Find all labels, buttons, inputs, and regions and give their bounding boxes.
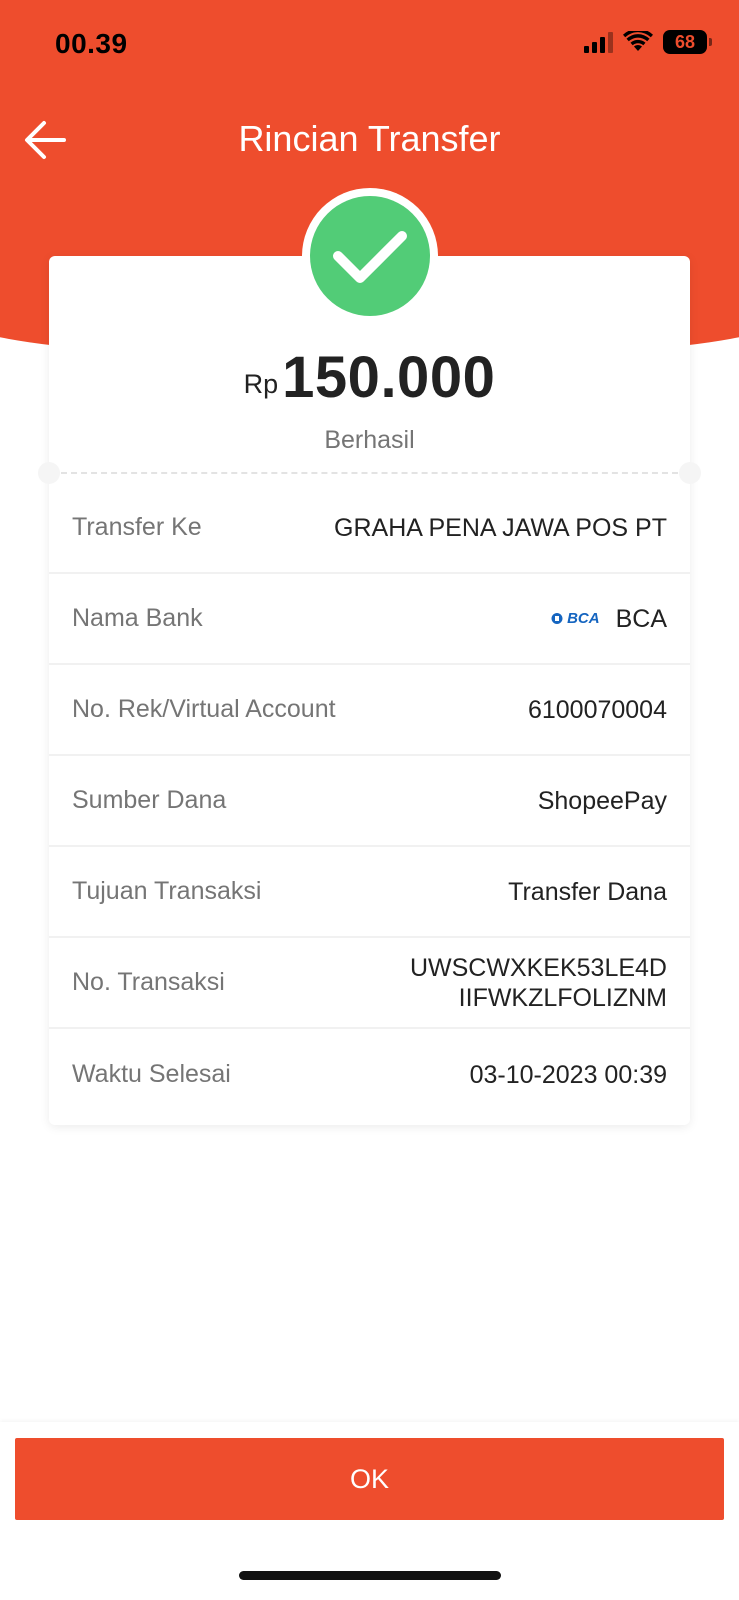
detail-value-bank: BCA BCA <box>550 604 667 634</box>
detail-value: 03-10-2023 00:39 <box>469 1060 667 1089</box>
detail-row-transaction-no: No. Transaksi UWSCWXKEK53LE4D IIFWKZLFOL… <box>49 938 690 1029</box>
transaction-no-line-1: UWSCWXKEK53LE4D <box>409 953 667 982</box>
detail-row-transfer-to: Transfer Ke GRAHA PENA JAWA POS PT <box>49 483 690 574</box>
page-title: Rincian Transfer <box>238 118 501 159</box>
bca-logo-text: BCA <box>567 609 600 627</box>
status-time: 00.39 <box>55 28 128 59</box>
bca-logo-icon: BCA <box>550 610 600 628</box>
detail-value: ShopeePay <box>537 786 667 815</box>
amount: Rp150.000 <box>49 344 690 411</box>
detail-row-bank: Nama Bank BCA BCA <box>49 574 690 665</box>
detail-label: Waktu Selesai <box>72 1060 231 1088</box>
detail-label: Transfer Ke <box>72 513 202 541</box>
detail-value: 6100070004 <box>527 695 667 724</box>
detail-label: Nama Bank <box>72 604 203 632</box>
status-indicators: 68 <box>584 30 712 54</box>
detail-label: Tujuan Transaksi <box>72 877 262 905</box>
wifi-icon <box>623 31 653 51</box>
transaction-status: Berhasil <box>324 426 415 454</box>
bank-name: BCA <box>615 604 667 633</box>
home-indicator[interactable] <box>239 1571 501 1580</box>
success-badge <box>302 188 438 324</box>
detail-value: Transfer Dana <box>508 877 667 906</box>
detail-list: Transfer Ke GRAHA PENA JAWA POS PT Nama … <box>49 483 690 1120</box>
card-notch-left <box>38 462 60 484</box>
card-divider <box>61 472 678 474</box>
transfer-detail-card: Rp150.000 Berhasil Transfer Ke GRAHA PEN… <box>38 256 701 1125</box>
detail-row-source: Sumber Dana ShopeePay <box>49 756 690 847</box>
detail-row-purpose: Tujuan Transaksi Transfer Dana <box>49 847 690 938</box>
battery-icon: 68 <box>663 30 712 54</box>
ok-button[interactable]: OK <box>15 1438 724 1520</box>
amount-value: 150.000 <box>282 345 496 410</box>
detail-value-transaction-no[interactable]: UWSCWXKEK53LE4D IIFWKZLFOLIZNM <box>410 953 667 1013</box>
detail-value: GRAHA PENA JAWA POS PT <box>334 513 667 542</box>
amount-currency: Rp <box>243 369 279 399</box>
transfer-detail-screen: 00.39 68 Rincian Transfer Rp150.000 Berh… <box>0 0 739 1600</box>
detail-row-completed-at: Waktu Selesai 03-10-2023 00:39 <box>49 1029 690 1120</box>
detail-label: No. Transaksi <box>72 968 225 996</box>
detail-label: No. Rek/Virtual Account <box>72 695 336 723</box>
detail-label: Sumber Dana <box>72 786 227 814</box>
cellular-signal-icon <box>584 31 613 53</box>
detail-row-account: No. Rek/Virtual Account 6100070004 <box>49 665 690 756</box>
check-icon <box>333 231 407 283</box>
card-notch-right <box>679 462 701 484</box>
transaction-no-line-2: IIFWKZLFOLIZNM <box>458 983 667 1012</box>
